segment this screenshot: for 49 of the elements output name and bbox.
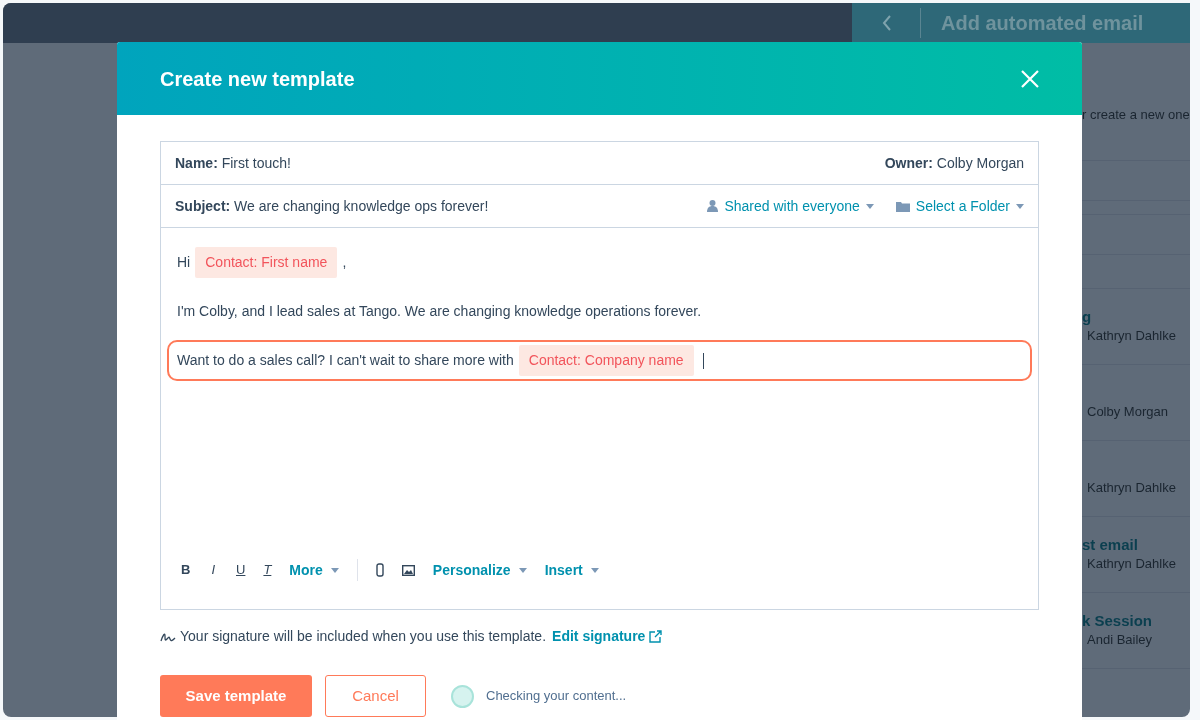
sharing-dropdown[interactable]: Shared with everyone (707, 195, 874, 217)
text-cursor (702, 352, 704, 369)
subject-field[interactable]: Subject: We are changing knowledge ops forever! (175, 195, 708, 217)
external-link-icon[interactable] (649, 630, 663, 643)
body-text: Hi (177, 253, 191, 272)
edit-signature-link[interactable]: Edit signature (552, 626, 646, 647)
person-icon (707, 200, 719, 212)
caret-icon (518, 567, 527, 573)
body-text: I'm Colby, and I lead sales at Tango. We are changing knowledge operations forever. (177, 302, 702, 321)
caret-icon (1016, 203, 1024, 209)
owner-name: Kathryn Dahlke (1086, 326, 1177, 345)
link-icon[interactable] (375, 563, 384, 577)
bold-button[interactable]: B (181, 560, 191, 580)
caret-icon (865, 203, 874, 209)
caret-icon (590, 567, 599, 573)
italic-button[interactable]: I (208, 560, 218, 580)
signature-note: Your signature will be included when you use this template. (180, 627, 547, 646)
folder-icon (895, 200, 910, 212)
panel-title: Add automated email (941, 11, 1144, 36)
loading-spinner (451, 684, 474, 708)
name-field[interactable]: Name: First touch! (175, 152, 291, 174)
save-template-button[interactable]: Save template (160, 675, 312, 717)
back-chevron-icon[interactable] (882, 15, 892, 31)
template-name[interactable]: k Session (1082, 611, 1190, 630)
owner-field: Owner: Colby Morgan (884, 152, 1024, 174)
image-icon[interactable] (401, 564, 415, 576)
panel-hint: r create a new one (1082, 107, 1190, 122)
toolbar-menu[interactable]: Insert (544, 559, 599, 581)
clear-format-button[interactable]: T (263, 560, 272, 580)
close-icon[interactable] (1021, 69, 1039, 88)
status-text: Checking your content... (486, 687, 627, 706)
owner-name: Kathryn Dahlke (1086, 554, 1177, 573)
folder-dropdown[interactable]: Select a Folder (895, 195, 1024, 217)
owner-name: Colby Morgan (1086, 402, 1169, 421)
template-name[interactable]: g (1082, 307, 1190, 326)
toolbar-menu[interactable]: Personalize (432, 559, 527, 581)
body-text: , (342, 253, 347, 272)
body-text: Want to do a sales call? I can't wait to share more with (177, 351, 514, 370)
personalization-token[interactable]: Contact: Company name (518, 345, 694, 376)
owner-name: Andi Bailey (1086, 630, 1154, 649)
caret-icon (330, 567, 339, 573)
personalization-token[interactable]: Contact: First name (195, 247, 338, 278)
toolbar-menu[interactable]: More (289, 559, 339, 581)
underline-button[interactable]: U (236, 560, 246, 580)
signature-icon (160, 631, 176, 642)
cancel-button[interactable]: Cancel (325, 675, 426, 717)
owner-name: Kathryn Dahlke (1086, 478, 1177, 497)
template-name[interactable]: st email (1082, 535, 1190, 554)
modal-title: Create new template (160, 66, 355, 92)
